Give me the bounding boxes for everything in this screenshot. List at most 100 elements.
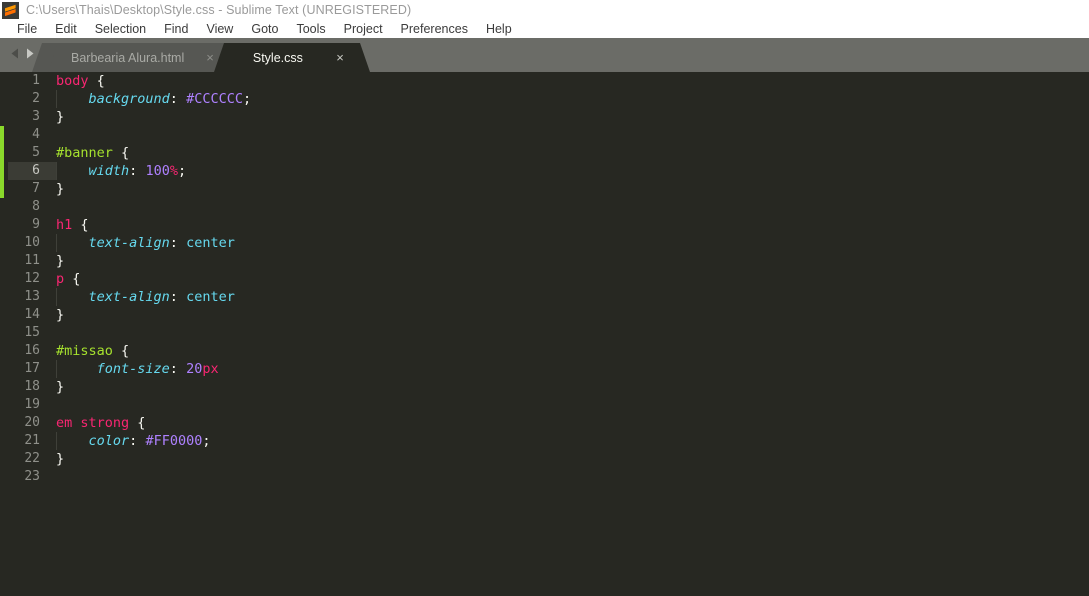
code-token: background — [88, 91, 170, 107]
line-number: 20 — [24, 415, 40, 430]
tab-strip: Barbearia Alura.html × Style.css × — [45, 38, 357, 72]
indent-guide — [56, 288, 57, 306]
code-token: #banner — [56, 145, 113, 161]
code-text[interactable]: text-align: center — [48, 288, 1089, 306]
chevron-right-icon[interactable] — [25, 46, 34, 64]
indent-guide — [56, 90, 57, 108]
menu-item-tools[interactable]: Tools — [287, 20, 334, 38]
line-number: 4 — [32, 127, 40, 142]
menu-bar: File Edit Selection Find View Goto Tools… — [0, 20, 1089, 38]
code-token: #CCCCCC — [186, 91, 243, 107]
code-token: text-align — [88, 289, 170, 305]
code-line[interactable]: 4 — [0, 126, 1089, 144]
line-number: 7 — [32, 181, 40, 196]
code-text[interactable]: } — [48, 252, 1089, 270]
code-token: ; — [242, 91, 252, 107]
line-number: 21 — [24, 433, 40, 448]
code-text[interactable]: } — [48, 378, 1089, 396]
code-text[interactable]: body { — [48, 72, 1089, 90]
code-line[interactable]: 14} — [0, 306, 1089, 324]
code-line[interactable]: 13 text-align: center — [0, 288, 1089, 306]
code-line[interactable]: 11} — [0, 252, 1089, 270]
menu-item-file[interactable]: File — [8, 20, 46, 38]
close-icon[interactable]: × — [314, 51, 344, 64]
code-line[interactable]: 1 body { — [0, 72, 1089, 90]
code-text[interactable]: h1 { — [48, 216, 1089, 234]
tab-bar: Barbearia Alura.html × Style.css × — [0, 38, 1089, 72]
menu-item-project[interactable]: Project — [335, 20, 392, 38]
line-number: 18 — [24, 379, 40, 394]
menu-item-edit[interactable]: Edit — [46, 20, 86, 38]
code-line[interactable]: 17 font-size: 20px — [0, 360, 1089, 378]
line-number: 9 — [32, 217, 40, 232]
line-number: 2 — [32, 91, 40, 106]
code-text[interactable]: width: 100%; — [48, 162, 1089, 180]
line-number: 19 — [24, 397, 40, 412]
line-number: 14 — [24, 307, 40, 322]
code-text[interactable]: #missao { — [48, 342, 1089, 360]
code-token: { — [121, 145, 130, 161]
code-text[interactable]: p { — [48, 270, 1089, 288]
tab-style-css[interactable]: Style.css × — [226, 43, 357, 72]
tab-barbearia-alura-html[interactable]: Barbearia Alura.html × — [45, 43, 227, 72]
line-number: 8 — [32, 199, 40, 214]
code-editor[interactable]: 1 body {2 background: #CCCCCC; 3} 4 5 #banner… — [0, 72, 1089, 596]
chevron-left-icon[interactable] — [11, 46, 20, 64]
code-line[interactable]: 5 #banner { — [0, 144, 1089, 162]
code-line[interactable]: 10 text-align: center — [0, 234, 1089, 252]
code-line[interactable]: 15 — [0, 324, 1089, 342]
menu-item-selection[interactable]: Selection — [86, 20, 155, 38]
code-line[interactable]: 12 p { — [0, 270, 1089, 288]
code-token: h1 — [56, 217, 73, 233]
line-number: 6 — [32, 163, 40, 178]
code-text[interactable]: background: #CCCCCC; — [48, 90, 1089, 108]
indent-guide — [56, 162, 57, 180]
menu-item-find[interactable]: Find — [155, 20, 197, 38]
code-line[interactable]: 23 — [0, 468, 1089, 486]
code-token: } — [56, 181, 65, 197]
code-line[interactable]: 7} — [0, 180, 1089, 198]
code-text[interactable]: #banner { — [48, 144, 1089, 162]
code-line[interactable]: 8 — [0, 198, 1089, 216]
code-line[interactable]: 19 — [0, 396, 1089, 414]
code-text[interactable]: } — [48, 450, 1089, 468]
code-line[interactable]: 21 color: #FF0000; — [0, 432, 1089, 450]
code-token: center — [186, 289, 235, 305]
code-text[interactable]: } — [48, 180, 1089, 198]
code-token: text-align — [88, 235, 170, 251]
indent-guide — [56, 234, 57, 252]
code-text[interactable]: color: #FF0000; — [48, 432, 1089, 450]
close-icon[interactable]: × — [184, 51, 214, 64]
code-line[interactable]: 20 em strong { — [0, 414, 1089, 432]
code-line[interactable]: 2 background: #CCCCCC; — [0, 90, 1089, 108]
code-text[interactable]: } — [48, 306, 1089, 324]
window-title: C:\Users\Thais\Desktop\Style.css - Subli… — [26, 3, 412, 17]
menu-item-goto[interactable]: Goto — [242, 20, 287, 38]
tab-label: Barbearia Alura.html — [71, 50, 185, 65]
code-content[interactable]: 1 body {2 background: #CCCCCC; 3} 4 5 #banner… — [0, 72, 1089, 486]
code-line[interactable]: 3} — [0, 108, 1089, 126]
code-text[interactable]: em strong { — [48, 414, 1089, 432]
code-text[interactable]: font-size: 20px — [48, 360, 1089, 378]
code-token: } — [56, 451, 65, 467]
menu-item-help[interactable]: Help — [477, 20, 521, 38]
title-bar: C:\Users\Thais\Desktop\Style.css - Subli… — [0, 0, 1089, 20]
code-token: p — [56, 271, 65, 287]
code-line[interactable]: 16 #missao { — [0, 342, 1089, 360]
code-text[interactable]: } — [48, 108, 1089, 126]
code-text[interactable]: text-align: center — [48, 234, 1089, 252]
menu-item-preferences[interactable]: Preferences — [392, 20, 477, 38]
line-number: 11 — [24, 253, 40, 268]
menu-item-view[interactable]: View — [197, 20, 242, 38]
code-line[interactable]: 18} — [0, 378, 1089, 396]
code-token: : — [169, 289, 178, 305]
code-line[interactable]: 6 width: 100%; — [0, 162, 1089, 180]
code-line[interactable]: 9 h1 { — [0, 216, 1089, 234]
line-number: 17 — [24, 361, 40, 376]
code-line[interactable]: 22} — [0, 450, 1089, 468]
